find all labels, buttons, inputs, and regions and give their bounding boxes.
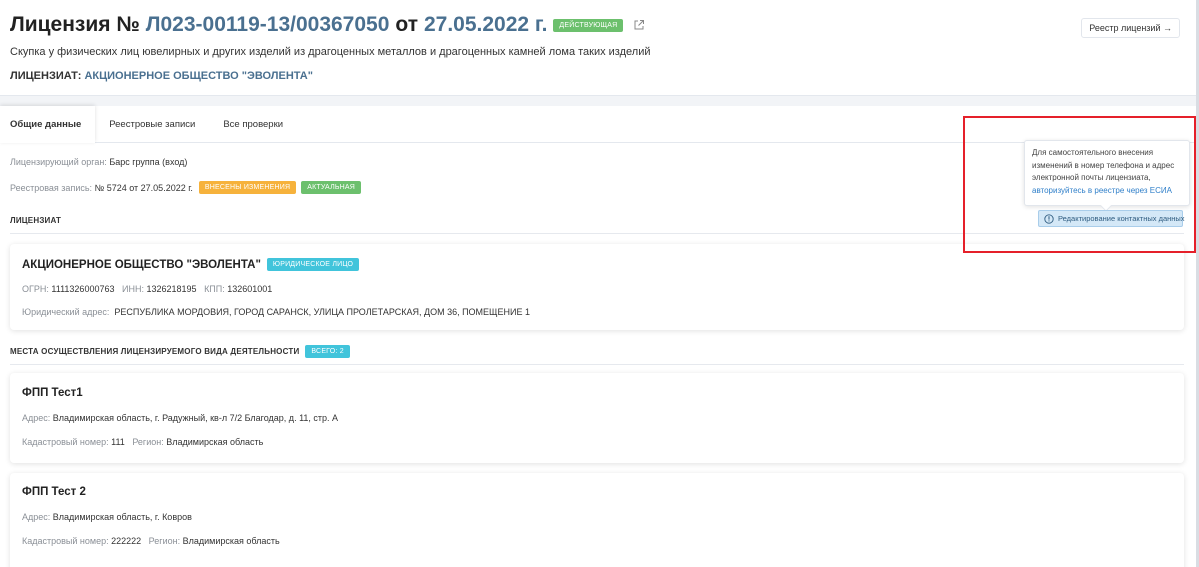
place-address-value: Владимирская область, г. Радужный, кв-л … [52, 413, 339, 423]
authority-value: Барс группа (вход) [109, 157, 188, 167]
place-address-label: Адрес: [22, 413, 51, 423]
org-ids-row: ОГРН: 1111326000763 ИНН: 1326218195 КПП:… [22, 284, 272, 294]
license-date: 27.05.2022 г. [423, 13, 548, 36]
cadastral-label: Кадастровый номер: [22, 437, 109, 447]
edit-contacts-button[interactable]: Редактирование контактных данных [1038, 210, 1185, 227]
place-cadastral-row: Кадастровый номер: 222222 Регион: Владим… [22, 536, 280, 546]
inn-label: ИНН: [122, 284, 144, 294]
places-title-text: МЕСТА ОСУЩЕСТВЛЕНИЯ ЛИЦЕНЗИРУЕМОГО ВИДА … [10, 347, 300, 356]
org-address-row: Юридический адрес: РЕСПУБЛИКА МОРДОВИЯ, … [22, 307, 530, 317]
org-name: АКЦИОНЕРНОЕ ОБЩЕСТВО "ЭВОЛЕНТА" [22, 258, 261, 271]
registry-button[interactable]: Реестр лицензий → [1081, 18, 1180, 38]
place-address-value: Владимирская область, г. Ковров [52, 512, 192, 522]
place-cadastral-row: Кадастровый номер: 111 Регион: Владимирс… [22, 437, 263, 447]
ogrn-value: 1111326000763 [51, 284, 115, 294]
region-label: Регион: [148, 536, 181, 546]
place-card: ФПП Тест 2 Адрес: Владимирская область, … [10, 473, 1184, 567]
region-label: Регион: [132, 437, 164, 447]
license-number: Л023-00119-13/00367050 [145, 13, 390, 36]
registry-record-row: Реестровая запись: № 5724 от 27.05.2022 … [10, 181, 362, 194]
kpp-value: 132601001 [227, 284, 273, 294]
cadastral-label: Кадастровый номер: [22, 536, 109, 546]
place-card: ФПП Тест1 Адрес: Владимирская область, г… [10, 373, 1184, 463]
region-value: Владимирская область [182, 536, 280, 546]
place-name: ФПП Тест1 [22, 387, 83, 399]
places-count-badge: ВСЕГО: 2 [305, 345, 350, 358]
license-activity: Скупка у физических лиц ювелирных и друг… [10, 46, 651, 58]
licensee-line: ЛИЦЕНЗИАТ: АКЦИОНЕРНОЕ ОБЩЕСТВО "ЭВОЛЕНТ… [10, 70, 313, 82]
kpp-label: КПП: [204, 284, 225, 294]
license-header: Лицензия № Л023-00119-13/00367050 от 27.… [0, 0, 1196, 96]
inn-value: 1326218195 [146, 284, 197, 294]
title-from: от [395, 13, 418, 36]
address-value: РЕСПУБЛИКА МОРДОВИЯ, ГОРОД САРАНСК, УЛИЦ… [114, 307, 530, 317]
actual-badge: АКТУАЛЬНАЯ [301, 181, 362, 194]
org-title: АКЦИОНЕРНОЕ ОБЩЕСТВО "ЭВОЛЕНТА" ЮРИДИЧЕС… [22, 258, 360, 271]
org-type-badge: ЮРИДИЧЕСКОЕ ЛИЦО [266, 258, 360, 271]
status-badge: ДЕЙСТВУЮЩАЯ [553, 18, 624, 32]
tab-registry-records[interactable]: Реестровые записи [95, 106, 209, 143]
licensee-label: ЛИЦЕНЗИАТ: [10, 70, 82, 82]
licensee-section-title: ЛИЦЕНЗИАТ [10, 216, 62, 225]
authority-label: Лицензирующий орган: [10, 157, 107, 167]
divider [10, 233, 1184, 234]
main-panel: Общие данные Реестровые записи Все прове… [0, 106, 1196, 567]
place-address-row: Адрес: Владимирская область, г. Ковров [22, 512, 192, 522]
title-prefix: Лицензия № [10, 13, 140, 36]
cadastral-value: 111 [111, 437, 125, 447]
registry-label: Реестровая запись: [10, 182, 93, 193]
ogrn-label: ОГРН: [22, 284, 49, 294]
esia-auth-link[interactable]: авторизуйтесь в реестре через ЕСИА [1032, 186, 1172, 195]
place-name: ФПП Тест 2 [22, 486, 86, 498]
external-link-icon[interactable] [633, 19, 645, 31]
address-label: Юридический адрес: [22, 307, 110, 317]
page-title: Лицензия № Л023-00119-13/00367050 от 27.… [10, 13, 645, 37]
edit-contacts-label: Редактирование контактных данных [1058, 214, 1185, 223]
place-address-row: Адрес: Владимирская область, г. Радужный… [22, 413, 338, 423]
tab-bar: Общие данные Реестровые записи Все прове… [0, 106, 1196, 143]
tooltip-text: Для самостоятельного внесения изменений … [1032, 148, 1175, 182]
places-section-title: МЕСТА ОСУЩЕСТВЛЕНИЯ ЛИЦЕНЗИРУЕМОГО ВИДА … [10, 345, 350, 358]
licensee-card: АКЦИОНЕРНОЕ ОБЩЕСТВО "ЭВОЛЕНТА" ЮРИДИЧЕС… [10, 244, 1184, 330]
info-circle-icon [1044, 213, 1054, 224]
contact-edit-tooltip: Для самостоятельного внесения изменений … [1024, 140, 1190, 206]
tab-general[interactable]: Общие данные [0, 106, 96, 143]
licensee-name-link[interactable]: АКЦИОНЕРНОЕ ОБЩЕСТВО "ЭВОЛЕНТА" [84, 70, 313, 82]
licensing-authority-row: Лицензирующий орган: Барс группа (вход) [10, 157, 187, 167]
registry-value: № 5724 от 27.05.2022 г. [94, 182, 193, 193]
divider [10, 364, 1184, 365]
tab-all-inspections[interactable]: Все проверки [209, 106, 297, 143]
cadastral-value: 222222 [111, 536, 142, 546]
region-value: Владимирская область [166, 437, 264, 447]
changed-badge: ВНЕСЕНЫ ИЗМЕНЕНИЯ [198, 181, 297, 194]
place-address-label: Адрес: [22, 512, 51, 522]
